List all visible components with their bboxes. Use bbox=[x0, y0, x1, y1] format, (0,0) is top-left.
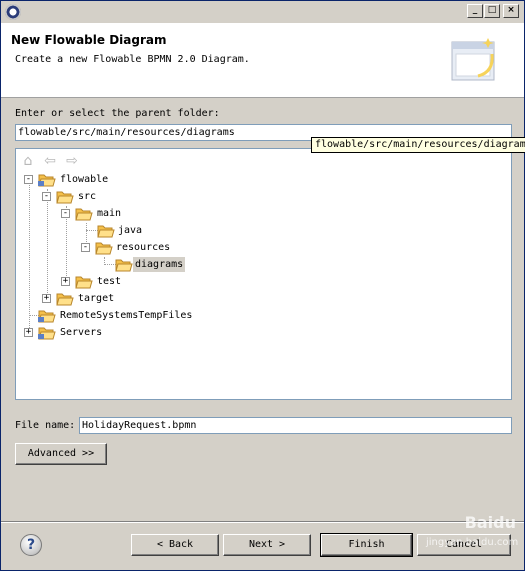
expander-resources[interactable]: - bbox=[81, 243, 90, 252]
project-folder-icon bbox=[38, 173, 56, 187]
expander-src[interactable]: - bbox=[42, 192, 51, 201]
watermark-main: Baidu bbox=[464, 513, 516, 532]
expander-test[interactable]: + bbox=[61, 277, 70, 286]
help-icon[interactable]: ? bbox=[20, 534, 42, 556]
new-flowable-diagram-dialog: _ □ × New Flowable Diagram Create a new … bbox=[0, 0, 525, 571]
baidu-watermark: Baidu jingyan.baidu.com bbox=[426, 513, 519, 557]
back-arrow-icon[interactable]: ⇦ bbox=[42, 153, 58, 169]
tree-line bbox=[29, 185, 30, 334]
expander-flowable[interactable]: - bbox=[24, 175, 33, 184]
path-tooltip: flowable/src/main/resources/diagrams bbox=[311, 137, 525, 153]
next-button[interactable]: Next > bbox=[223, 534, 311, 556]
forward-arrow-icon[interactable]: ⇨ bbox=[64, 153, 80, 169]
tree-node-diagrams[interactable]: diagrams bbox=[133, 257, 186, 272]
expander-main[interactable]: - bbox=[61, 209, 70, 218]
close-button[interactable]: × bbox=[503, 4, 519, 18]
tree-node-src[interactable]: src bbox=[76, 189, 98, 204]
folder-icon bbox=[97, 224, 115, 238]
parent-folder-label: Enter or select the parent folder: bbox=[15, 108, 220, 119]
open-folder-icon bbox=[56, 190, 74, 204]
minimize-button[interactable]: _ bbox=[467, 4, 483, 18]
folder-icon bbox=[75, 275, 93, 289]
tree-node-java[interactable]: java bbox=[116, 223, 144, 238]
tree-node-main[interactable]: main bbox=[95, 206, 123, 221]
tree-node-flowable[interactable]: flowable bbox=[58, 172, 110, 187]
tree-node-remote-systems-temp-files[interactable]: RemoteSystemsTempFiles bbox=[58, 308, 194, 323]
expander-servers[interactable]: + bbox=[24, 328, 33, 337]
home-icon[interactable]: ⌂ bbox=[20, 153, 36, 169]
project-folder-icon bbox=[38, 326, 56, 340]
back-button[interactable]: < Back bbox=[131, 534, 219, 556]
wizard-title: New Flowable Diagram bbox=[11, 33, 167, 47]
tree-node-target[interactable]: target bbox=[76, 291, 116, 306]
tree-line bbox=[47, 189, 48, 299]
wizard-description: Create a new Flowable BPMN 2.0 Diagram. bbox=[15, 54, 250, 65]
open-folder-icon bbox=[115, 258, 133, 272]
open-folder-icon bbox=[75, 207, 93, 221]
tree-node-test[interactable]: test bbox=[95, 274, 123, 289]
new-diagram-wizard-icon bbox=[448, 32, 502, 86]
project-folder-icon bbox=[38, 309, 56, 323]
expander-target[interactable]: + bbox=[42, 294, 51, 303]
advanced-button[interactable]: Advanced >> bbox=[15, 443, 107, 465]
maximize-button[interactable]: □ bbox=[484, 4, 500, 18]
tree-node-resources[interactable]: resources bbox=[114, 240, 172, 255]
tree-node-servers[interactable]: Servers bbox=[58, 325, 104, 340]
wizard-banner: New Flowable Diagram Create a new Flowab… bbox=[1, 23, 524, 98]
title-bar[interactable]: _ □ × bbox=[1, 1, 524, 23]
file-name-input[interactable]: HolidayRequest.bpmn bbox=[79, 417, 512, 434]
folder-tree[interactable]: ⌂ ⇦ ⇨ - flowable - src - main java - res… bbox=[15, 148, 512, 400]
open-folder-icon bbox=[95, 241, 113, 255]
eclipse-app-icon bbox=[5, 4, 21, 20]
folder-icon bbox=[56, 292, 74, 306]
watermark-sub: jingyan.baidu.com bbox=[426, 537, 519, 548]
finish-button[interactable]: Finish bbox=[320, 533, 413, 557]
file-name-label: File name: bbox=[15, 420, 76, 431]
